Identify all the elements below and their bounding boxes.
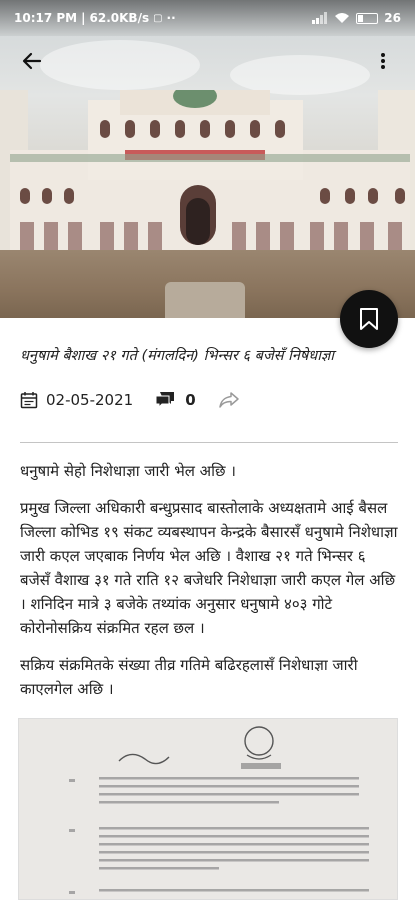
article-title: धनुषामे बैशाख २१ गते (मंगलदिन) भिन्सर ६ … [20,348,335,364]
back-button[interactable] [14,43,50,79]
arrow-left-icon [22,52,42,70]
signal-icon [312,12,328,24]
bookmark-icon [360,308,378,330]
article-meta: 02-05-2021 0 [20,386,240,414]
notice-document-scan [19,719,397,899]
more-vert-icon [381,53,385,69]
more-options-button[interactable] [365,43,401,79]
wifi-icon [335,13,350,23]
article-paragraph: धनुषामे सेहो निशेधाज्ञा जारी भेल अछि । [20,462,236,480]
article-paragraph: प्रमुख जिल्ला अधिकारी बन्धुप्रसाद बास्तो… [20,499,398,637]
battery-level: 26 [384,11,401,25]
more-notifications-icon: ·· [166,11,176,25]
share-icon[interactable] [218,391,240,409]
app-bar [0,38,415,84]
article-paragraph: सक्रिय संक्रमितके संख्या तीव्र गतिमे बढि… [20,656,358,698]
notification-icon: ▢ [153,12,163,24]
status-network-speed: 62.0KB/s [89,11,150,25]
battery-icon [356,12,379,24]
bookmark-button[interactable] [340,290,398,348]
comment-count: 0 [185,391,196,409]
comment-icon[interactable] [155,391,175,409]
palace-illustration [0,90,415,250]
article-date: 02-05-2021 [46,391,134,409]
divider [20,442,398,443]
calendar-icon [20,392,38,409]
article-body: धनुषामे सेहो निशेधाज्ञा जारी भेल अछि । प… [20,459,400,714]
notice-document-image [18,718,398,900]
status-time: 10:17 PM [14,11,78,25]
status-bar: 10:17 PM | 62.0KB/s ▢ ·· 26 [0,0,415,36]
